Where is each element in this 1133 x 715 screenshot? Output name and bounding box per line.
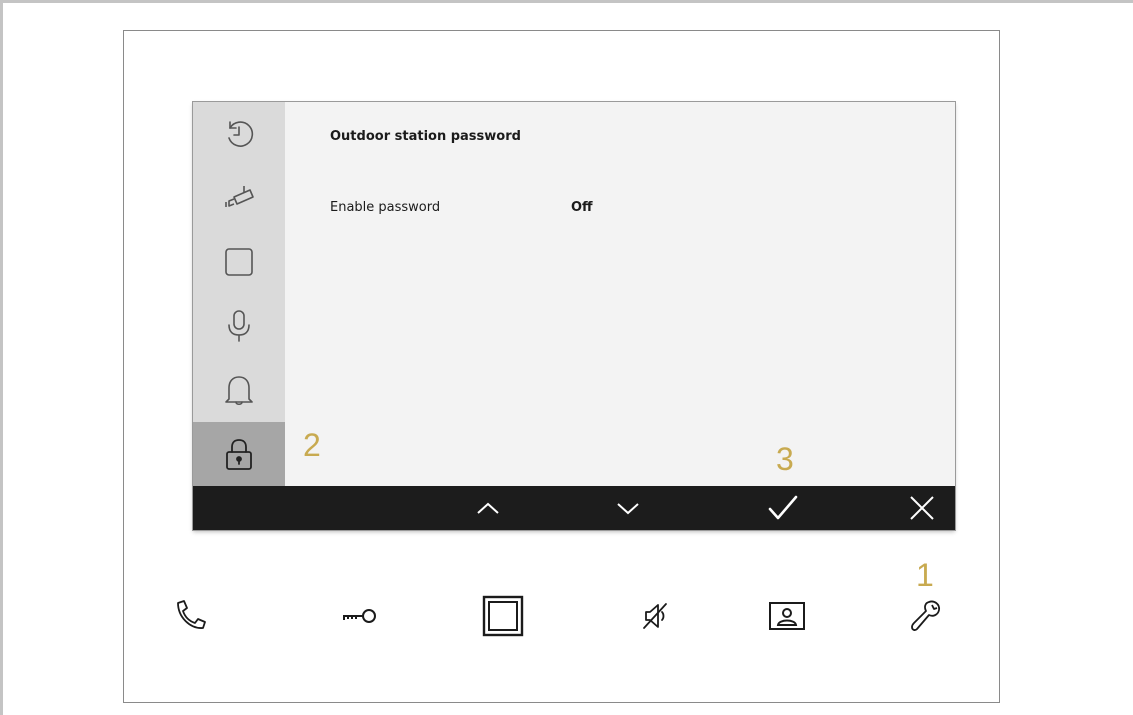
contact-icon — [769, 602, 805, 630]
callout-1: 1 — [916, 557, 934, 593]
key-icon — [343, 609, 376, 623]
bell-icon — [225, 376, 253, 406]
enable-password-label[interactable]: Enable password — [330, 200, 440, 215]
mute-icon — [643, 603, 667, 629]
door-unlock-button[interactable] — [336, 592, 384, 640]
mute-button[interactable] — [632, 592, 680, 640]
sidebar-item-ringtone[interactable] — [193, 358, 285, 422]
sidebar-item-display[interactable] — [193, 230, 285, 294]
call-button[interactable] — [166, 592, 214, 640]
scroll-down-button[interactable] — [598, 486, 658, 530]
bottom-action-bar — [193, 486, 955, 530]
page-border-left — [0, 0, 3, 715]
contacts-button[interactable] — [763, 592, 811, 640]
wrench-icon — [911, 600, 940, 631]
settings-button[interactable] — [901, 592, 949, 640]
square-icon — [225, 248, 253, 276]
close-icon — [910, 496, 934, 520]
scroll-up-button[interactable] — [458, 486, 518, 530]
device-screen: Outdoor station password Enable password… — [193, 102, 955, 530]
lock-icon — [226, 439, 252, 470]
phone-icon — [177, 600, 206, 629]
sidebar-item-history[interactable] — [193, 102, 285, 166]
enable-password-value[interactable]: Off — [571, 200, 593, 215]
callout-2: 2 — [303, 427, 321, 463]
microphone-icon — [228, 310, 250, 342]
check-icon — [768, 495, 798, 520]
chevron-down-icon — [617, 503, 639, 515]
settings-sidebar — [193, 102, 285, 486]
history-icon — [228, 121, 254, 147]
page-border-top — [0, 0, 1133, 3]
camera-icon — [225, 186, 254, 207]
frame-icon — [482, 595, 524, 637]
screen-button[interactable] — [479, 592, 527, 640]
sidebar-item-camera[interactable] — [193, 166, 285, 230]
sidebar-item-audio[interactable] — [193, 294, 285, 358]
close-button[interactable] — [892, 486, 952, 530]
callout-3: 3 — [776, 441, 794, 477]
chevron-up-icon — [477, 502, 499, 514]
page-title: Outdoor station password — [330, 129, 521, 144]
sidebar-item-security[interactable] — [193, 422, 285, 486]
confirm-button[interactable] — [753, 486, 813, 530]
